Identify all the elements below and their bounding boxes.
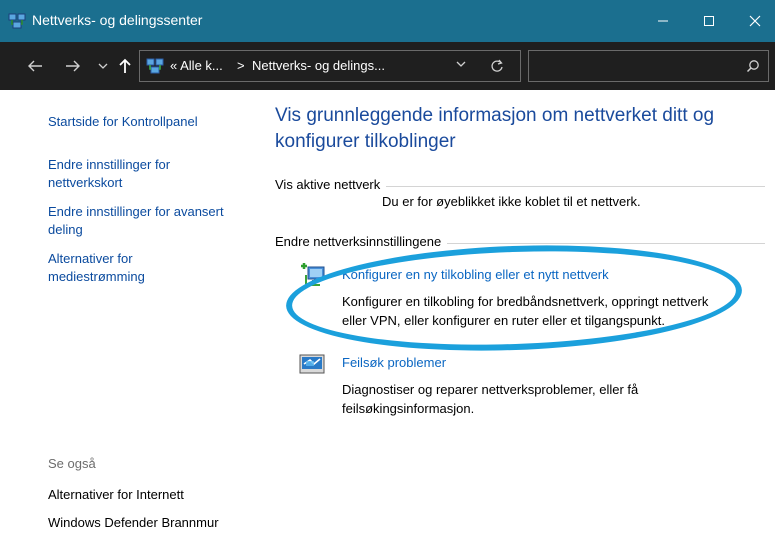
- minimize-icon: [658, 20, 668, 22]
- sidebar-item-label: Alternativer for: [48, 251, 133, 266]
- forward-button[interactable]: [62, 54, 84, 78]
- search-box[interactable]: [528, 50, 769, 82]
- description-line: feilsøkingsinformasjon.: [342, 401, 475, 416]
- search-icon[interactable]: [746, 59, 760, 73]
- close-icon: [749, 15, 761, 27]
- breadcrumb-separator[interactable]: >: [237, 58, 245, 73]
- description-line: Diagnostiser og reparer nettverksproblem…: [342, 382, 639, 397]
- navigation-bar: « Alle k... > Nettverks- og delings...: [0, 42, 775, 90]
- back-button[interactable]: [24, 54, 46, 78]
- troubleshoot-problems-link[interactable]: Feilsøk problemer: [342, 355, 446, 370]
- highlight-annotation-ellipse: [284, 238, 744, 358]
- sidebar-item-label: Endre innstillinger for avansert: [48, 204, 224, 219]
- page-title-line: konfigurer tilkoblinger: [275, 131, 456, 152]
- sidebar-item-label: nettverkskort: [48, 175, 123, 190]
- control-panel-icon: [146, 58, 164, 74]
- search-input[interactable]: [535, 56, 739, 78]
- troubleshoot-description: Diagnostiser og reparer nettverksproblem…: [342, 380, 762, 418]
- network-sharing-center-window: Nettverks- og delingssenter « Alle k... …: [0, 0, 775, 551]
- page-title-line: Vis grunnleggende informasjon om nettver…: [275, 105, 715, 126]
- sidebar-item-media-streaming[interactable]: Alternativer for mediestrømming: [48, 250, 145, 286]
- change-settings-heading: Endre nettverksinnstillingene: [275, 234, 448, 249]
- connection-status: Du er for øyeblikket ikke koblet til et …: [382, 194, 641, 209]
- sidebar-item-label: deling: [48, 222, 83, 237]
- internet-options-link[interactable]: Alternativer for Internett: [48, 487, 184, 502]
- network-center-icon: [8, 13, 26, 29]
- up-button[interactable]: [114, 54, 136, 78]
- breadcrumb-current[interactable]: Nettverks- og delings...: [252, 58, 385, 73]
- sidebar-item-advanced-sharing[interactable]: Endre innstillinger for avansert deling: [48, 203, 224, 239]
- arrow-up-icon: [119, 58, 131, 73]
- maximize-icon: [704, 16, 714, 26]
- refresh-icon[interactable]: [490, 59, 504, 73]
- chevron-down-icon: [98, 63, 108, 69]
- control-panel-home-link[interactable]: Startside for Kontrollpanel: [48, 113, 198, 131]
- address-bar[interactable]: « Alle k... > Nettverks- og delings...: [139, 50, 521, 82]
- sidebar-item-adapter-settings[interactable]: Endre innstillinger for nettverkskort: [48, 156, 170, 192]
- title-bar[interactable]: Nettverks- og delingssenter: [0, 0, 775, 42]
- arrow-right-icon: [66, 60, 80, 72]
- minimize-button[interactable]: [640, 0, 686, 42]
- recent-locations-button[interactable]: [92, 54, 114, 78]
- close-button[interactable]: [732, 0, 775, 42]
- maximize-button[interactable]: [686, 0, 732, 42]
- active-networks-heading: Vis aktive nettverk: [275, 177, 387, 192]
- troubleshoot-icon[interactable]: [298, 352, 328, 378]
- windows-defender-firewall-link[interactable]: Windows Defender Brannmur: [48, 515, 219, 530]
- sidebar-item-label: Endre innstillinger for: [48, 157, 171, 172]
- arrow-left-icon: [28, 60, 42, 72]
- window-title: Nettverks- og delingssenter: [32, 12, 203, 28]
- see-also-heading: Se også: [48, 456, 96, 471]
- sidebar-item-label: mediestrømming: [48, 269, 145, 284]
- page-title: Vis grunnleggende informasjon om nettver…: [275, 103, 765, 155]
- breadcrumb-root[interactable]: « Alle k...: [170, 58, 223, 73]
- chevron-down-icon[interactable]: [456, 60, 466, 68]
